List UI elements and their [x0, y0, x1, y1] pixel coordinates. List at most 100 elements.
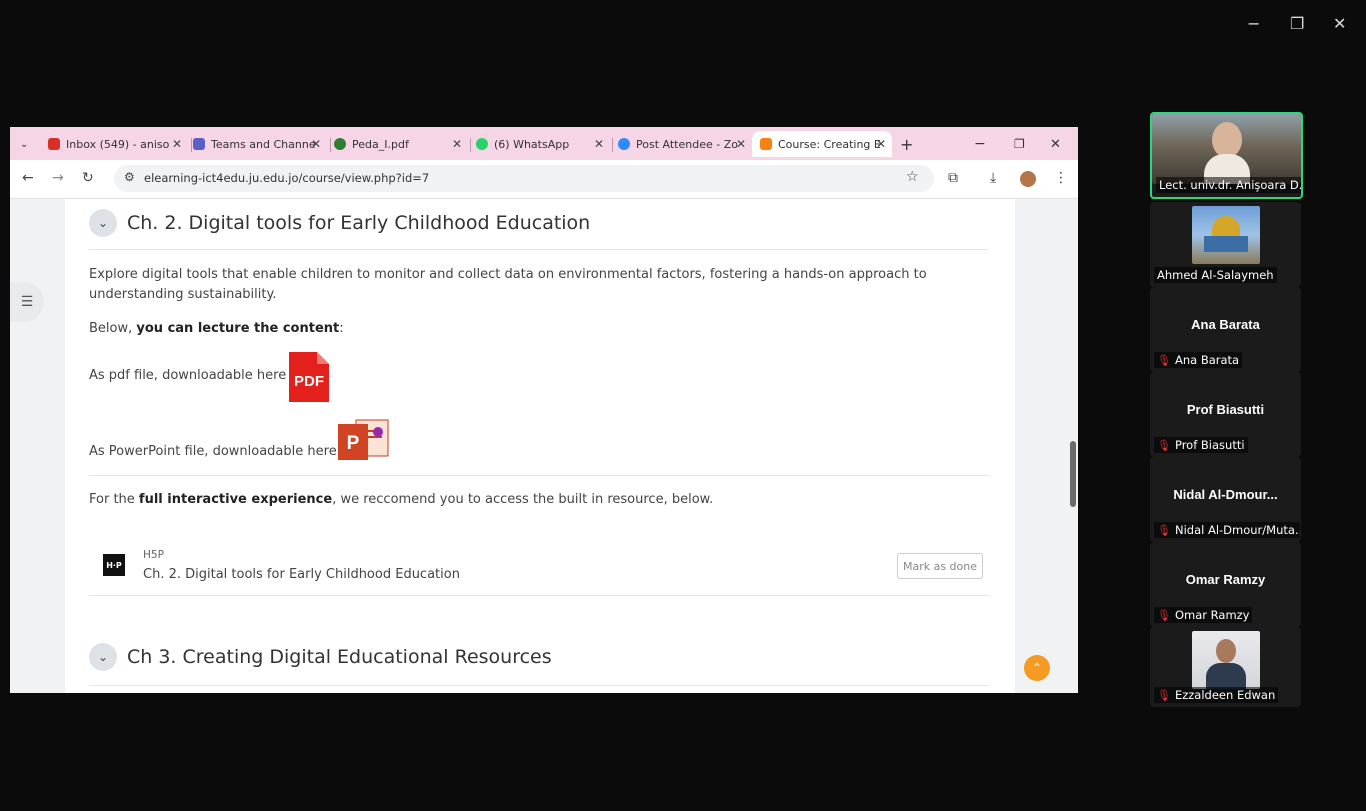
- extensions-icon[interactable]: ⧉: [948, 170, 958, 186]
- whatsapp-icon: [476, 138, 488, 150]
- lecture-bold: you can lecture the content: [136, 321, 340, 336]
- tab-label: (6) WhatsApp: [494, 137, 570, 151]
- list-icon: ☰: [20, 294, 34, 310]
- chevron-down-icon: ⌄: [20, 138, 29, 150]
- chevron-down-icon[interactable]: ⌄: [89, 209, 117, 237]
- reload-icon[interactable]: ↻: [82, 170, 94, 186]
- participant-name-tag: 🎙 Ana Barata: [1154, 352, 1243, 368]
- browser-minimize-button[interactable]: −: [974, 131, 986, 157]
- participant-name-tag: 🎙 Ezzaldeen Edwan: [1154, 687, 1279, 703]
- mic-muted-icon: 🎙: [1157, 524, 1171, 537]
- svg-text:P: P: [347, 433, 360, 454]
- participant-video: [1192, 631, 1260, 689]
- teams-icon: [193, 138, 205, 150]
- tab-label: Inbox (549) - aniso: [66, 137, 170, 151]
- moodle-icon: [760, 138, 772, 150]
- participant-tile[interactable]: Nidal Al-Dmour... 🎙 Nidal Al-Dmour/Muta..…: [1150, 457, 1301, 542]
- mark-as-done-button[interactable]: Mark as done: [897, 553, 983, 579]
- interactive-prefix: For the: [89, 492, 139, 507]
- profile-avatar[interactable]: [1020, 171, 1036, 187]
- course-content: ⌄ Ch. 2. Digital tools for Early Childho…: [65, 199, 1015, 693]
- participant-big-name: Omar Ramzy: [1185, 572, 1266, 587]
- activity-type-label: H5P: [143, 549, 164, 561]
- pdf-download-icon[interactable]: PDF: [289, 352, 329, 402]
- participant-name: Omar Ramzy: [1174, 608, 1250, 622]
- close-icon[interactable]: ✕: [736, 137, 746, 151]
- tab-search-button[interactable]: ⌄: [16, 131, 36, 157]
- ppt-download-text: As PowerPoint file, downloadable here.: [89, 444, 341, 459]
- minimize-button[interactable]: −: [1247, 14, 1260, 33]
- participant-big-name: Nidal Al-Dmour...: [1173, 487, 1278, 502]
- h5p-icon: H·P: [103, 554, 125, 576]
- pdf-download-text: As pdf file, downloadable here: [89, 368, 287, 383]
- participant-name: Lect. univ.dr. Anişoara D...: [1156, 177, 1301, 193]
- lecture-line: Below, you can lecture the content:: [89, 319, 344, 339]
- participant-tile[interactable]: Omar Ramzy 🎙 Omar Ramzy: [1150, 542, 1301, 627]
- section-2-title[interactable]: Ch. 2. Digital tools for Early Childhood…: [127, 212, 590, 234]
- tab-strip: ⌄ Inbox (549) - aniso ✕ Teams and Channe…: [10, 127, 1078, 160]
- scrollbar[interactable]: [1070, 441, 1076, 507]
- address-bar[interactable]: ⚙ elearning-ict4edu.ju.edu.jo/course/vie…: [114, 165, 934, 192]
- bookmark-star-icon[interactable]: ☆: [906, 169, 919, 185]
- tab-teams[interactable]: Teams and Channe ✕: [193, 131, 327, 157]
- pdf-file-icon: [334, 138, 346, 150]
- participant-tile[interactable]: Ahmed Al-Salaymeh: [1150, 202, 1301, 287]
- close-button[interactable]: ✕: [1333, 14, 1346, 33]
- participant-name: Ahmed Al-Salaymeh: [1154, 267, 1277, 283]
- url-text: elearning-ict4edu.ju.edu.jo/course/view.…: [144, 171, 430, 185]
- participant-name-tag: 🎙 Prof Biasutti: [1154, 437, 1248, 453]
- back-to-top-button[interactable]: ⌃: [1024, 655, 1050, 681]
- site-info-icon[interactable]: ⚙: [124, 170, 135, 184]
- menu-icon[interactable]: ⋮: [1054, 170, 1068, 186]
- chevron-up-icon: ⌃: [1031, 661, 1043, 675]
- participant-name: Ana Barata: [1174, 353, 1240, 367]
- new-tab-button[interactable]: +: [900, 131, 913, 157]
- section-3-header[interactable]: ⌄ Ch 3. Creating Digital Educational Res…: [89, 643, 552, 671]
- powerpoint-download-icon[interactable]: P: [338, 418, 390, 462]
- tab-whatsapp[interactable]: (6) WhatsApp ✕: [476, 131, 610, 157]
- tab-label: Teams and Channe: [211, 137, 316, 151]
- gmail-icon: [48, 138, 60, 150]
- restore-button[interactable]: ❐: [1290, 14, 1304, 33]
- tab-label: Peda_I.pdf: [352, 137, 409, 151]
- mic-muted-icon: 🎙: [1157, 354, 1171, 367]
- course-index-toggle[interactable]: ☰: [10, 282, 44, 322]
- mic-muted-icon: 🎙: [1157, 609, 1171, 622]
- tab-label: Course: Creating E: [778, 137, 881, 151]
- participant-tile[interactable]: 🎙 Ezzaldeen Edwan: [1150, 627, 1301, 707]
- close-icon[interactable]: ✕: [172, 137, 182, 151]
- participant-video: [1152, 114, 1301, 184]
- activity-link[interactable]: Ch. 2. Digital tools for Early Childhood…: [143, 565, 460, 585]
- tab-label: Post Attendee - Zo: [636, 137, 738, 151]
- participant-tile[interactable]: Lect. univ.dr. Anişoara D...: [1150, 112, 1303, 199]
- participant-big-name: Prof Biasutti: [1186, 402, 1265, 417]
- download-icon[interactable]: ⤓: [990, 170, 996, 186]
- section-3-title[interactable]: Ch 3. Creating Digital Educational Resou…: [127, 646, 552, 668]
- tab-zoom[interactable]: Post Attendee - Zo ✕: [618, 131, 752, 157]
- tab-gmail[interactable]: Inbox (549) - aniso ✕: [48, 131, 188, 157]
- moodle-page: ☰ ⌄ Ch. 2. Digital tools for Early Child…: [10, 199, 1078, 693]
- close-icon[interactable]: ✕: [594, 137, 604, 151]
- tab-course[interactable]: Course: Creating E ✕: [752, 131, 892, 157]
- tab-pdf[interactable]: Peda_I.pdf ✕: [334, 131, 468, 157]
- section-2-header[interactable]: ⌄ Ch. 2. Digital tools for Early Childho…: [89, 209, 590, 237]
- participant-name-tag: 🎙 Omar Ramzy: [1154, 607, 1253, 623]
- participant-name: Prof Biasutti: [1174, 438, 1245, 452]
- close-icon[interactable]: ✕: [311, 137, 321, 151]
- back-icon[interactable]: ←: [22, 170, 34, 186]
- participant-name: Nidal Al-Dmour/Muta...: [1174, 523, 1300, 537]
- browser-restore-button[interactable]: ❐: [1014, 131, 1025, 157]
- close-icon[interactable]: ✕: [876, 137, 886, 151]
- interactive-line: For the full interactive experience, we …: [89, 490, 713, 510]
- chevron-down-icon[interactable]: ⌄: [89, 643, 117, 671]
- participant-tile[interactable]: Ana Barata 🎙 Ana Barata: [1150, 287, 1301, 372]
- mic-muted-icon: 🎙: [1157, 689, 1171, 702]
- toolbar: ← → ↻ ⚙ elearning-ict4edu.ju.edu.jo/cour…: [10, 160, 1078, 199]
- svg-text:PDF: PDF: [294, 373, 324, 390]
- close-icon[interactable]: ✕: [452, 137, 462, 151]
- browser-close-button[interactable]: ✕: [1050, 131, 1061, 157]
- participant-big-name: Ana Barata: [1191, 317, 1260, 332]
- forward-icon[interactable]: →: [52, 170, 64, 186]
- interactive-suffix: , we reccomend you to access the built i…: [332, 492, 714, 507]
- participant-tile[interactable]: Prof Biasutti 🎙 Prof Biasutti: [1150, 372, 1301, 457]
